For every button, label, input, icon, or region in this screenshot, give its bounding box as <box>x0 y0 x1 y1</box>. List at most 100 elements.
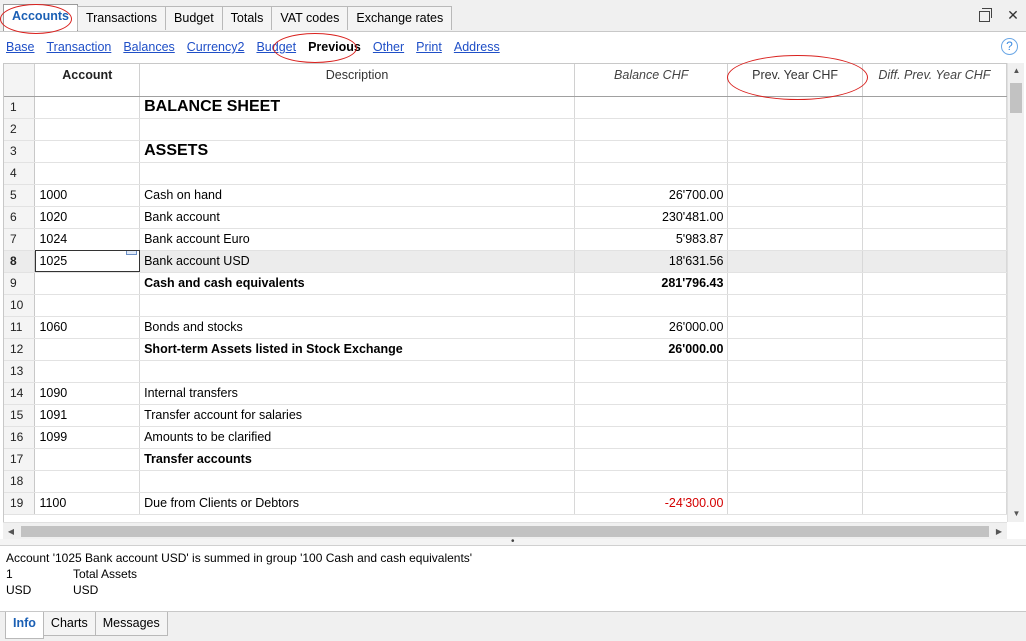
prev-year-cell[interactable] <box>727 492 863 515</box>
scroll-right-icon[interactable]: ▶ <box>991 523 1007 540</box>
description-cell[interactable]: BALANCE SHEET <box>139 96 575 119</box>
description-cell[interactable]: ASSETS <box>139 140 575 163</box>
diff-prev-year-cell[interactable] <box>862 118 1007 141</box>
diff-prev-year-cell[interactable] <box>862 294 1007 317</box>
column-header-balance[interactable]: Balance CHF <box>574 64 729 97</box>
prev-year-cell[interactable] <box>727 382 863 405</box>
description-cell[interactable]: Transfer accounts <box>139 448 575 471</box>
scroll-down-icon[interactable]: ▼ <box>1008 506 1025 522</box>
description-cell[interactable]: Bank account USD <box>139 250 575 273</box>
column-header-diff-prev-year[interactable]: Diff. Prev. Year CHF <box>862 64 1007 97</box>
table-row[interactable]: 2 <box>4 118 1007 141</box>
table-row[interactable]: 14 1090 Internal transfers <box>4 382 1007 405</box>
view-budget[interactable]: Budget <box>256 40 296 54</box>
description-cell[interactable]: Cash on hand <box>139 184 575 207</box>
diff-prev-year-cell[interactable] <box>862 162 1007 185</box>
account-cell[interactable]: 1025 <box>34 250 141 273</box>
account-cell[interactable] <box>34 140 141 163</box>
account-cell[interactable]: 1000 <box>34 184 141 207</box>
prev-year-cell[interactable] <box>727 316 863 339</box>
table-row[interactable]: 13 <box>4 360 1007 383</box>
description-cell[interactable]: Due from Clients or Debtors <box>139 492 575 515</box>
table-row[interactable]: 16 1099 Amounts to be clarified <box>4 426 1007 449</box>
diff-prev-year-cell[interactable] <box>862 382 1007 405</box>
prev-year-cell[interactable] <box>727 338 863 361</box>
account-cell[interactable]: 1090 <box>34 382 141 405</box>
balance-cell[interactable]: 26'000.00 <box>574 316 729 339</box>
account-cell[interactable] <box>34 360 141 383</box>
diff-prev-year-cell[interactable] <box>862 184 1007 207</box>
table-row[interactable]: 3 ASSETS <box>4 140 1007 163</box>
table-row[interactable]: 5 1000 Cash on hand 26'700.00 <box>4 184 1007 207</box>
balance-cell[interactable] <box>574 140 729 163</box>
view-transaction[interactable]: Transaction <box>47 40 112 54</box>
restore-icon[interactable] <box>978 8 992 22</box>
table-row[interactable]: 19 1100 Due from Clients or Debtors -24'300… <box>4 492 1007 515</box>
table-row[interactable]: 1 BALANCE SHEET <box>4 96 1007 119</box>
horizontal-scrollbar[interactable]: ◀ ▶ <box>3 522 1007 539</box>
tab-exchange-rates[interactable]: Exchange rates <box>347 6 453 30</box>
description-cell[interactable] <box>139 118 575 141</box>
scroll-thumb[interactable] <box>1010 83 1022 113</box>
tab-transactions[interactable]: Transactions <box>76 6 167 30</box>
table-row[interactable]: 18 <box>4 470 1007 493</box>
balance-cell[interactable] <box>574 162 729 185</box>
prev-year-cell[interactable] <box>727 404 863 427</box>
account-cell[interactable]: 1099 <box>34 426 141 449</box>
table-row[interactable]: 8 1025 Bank account USD 18'631.56 <box>4 250 1007 273</box>
balance-cell[interactable] <box>574 426 729 449</box>
balance-cell[interactable] <box>574 294 729 317</box>
view-print[interactable]: Print <box>416 40 442 54</box>
diff-prev-year-cell[interactable] <box>862 96 1007 119</box>
view-previous[interactable]: Previous <box>308 40 361 54</box>
diff-prev-year-cell[interactable] <box>862 338 1007 361</box>
table-row[interactable]: 11 1060 Bonds and stocks 26'000.00 <box>4 316 1007 339</box>
tab-vat-codes[interactable]: VAT codes <box>271 6 349 30</box>
account-cell[interactable] <box>34 96 141 119</box>
diff-prev-year-cell[interactable] <box>862 206 1007 229</box>
description-cell[interactable]: Transfer account for salaries <box>139 404 575 427</box>
vertical-scrollbar[interactable]: ▲ ▼ <box>1007 63 1024 522</box>
account-cell[interactable]: 1100 <box>34 492 141 515</box>
diff-prev-year-cell[interactable] <box>862 470 1007 493</box>
description-cell[interactable]: Bank account <box>139 206 575 229</box>
description-cell[interactable]: Cash and cash equivalents <box>139 272 575 295</box>
table-row[interactable]: 15 1091 Transfer account for salaries <box>4 404 1007 427</box>
prev-year-cell[interactable] <box>727 470 863 493</box>
prev-year-cell[interactable] <box>727 206 863 229</box>
balance-cell[interactable] <box>574 404 729 427</box>
balance-cell[interactable] <box>574 448 729 471</box>
diff-prev-year-cell[interactable] <box>862 250 1007 273</box>
prev-year-cell[interactable] <box>727 294 863 317</box>
view-currency2[interactable]: Currency2 <box>187 40 245 54</box>
tab-charts[interactable]: Charts <box>42 612 96 636</box>
panel-splitter[interactable]: • <box>0 537 1026 547</box>
balance-cell[interactable]: 230'481.00 <box>574 206 729 229</box>
diff-prev-year-cell[interactable] <box>862 404 1007 427</box>
balance-cell[interactable]: 18'631.56 <box>574 250 729 273</box>
prev-year-cell[interactable] <box>727 96 863 119</box>
column-header-description[interactable]: Description <box>139 64 575 97</box>
description-cell[interactable] <box>139 294 575 317</box>
account-cell[interactable]: 1024 <box>34 228 141 251</box>
balance-cell[interactable]: 281'796.43 <box>574 272 729 295</box>
balance-cell[interactable] <box>574 118 729 141</box>
column-header-prev-year[interactable]: Prev. Year CHF <box>727 64 863 97</box>
prev-year-cell[interactable] <box>727 426 863 449</box>
prev-year-cell[interactable] <box>727 228 863 251</box>
tab-messages[interactable]: Messages <box>94 612 168 636</box>
account-cell[interactable] <box>34 294 141 317</box>
balance-cell[interactable]: 26'700.00 <box>574 184 729 207</box>
balance-cell[interactable]: 5'983.87 <box>574 228 729 251</box>
description-cell[interactable]: Bank account Euro <box>139 228 575 251</box>
account-cell[interactable] <box>34 118 141 141</box>
close-icon[interactable]: ✕ <box>1006 8 1020 22</box>
view-balances[interactable]: Balances <box>123 40 174 54</box>
prev-year-cell[interactable] <box>727 184 863 207</box>
diff-prev-year-cell[interactable] <box>862 426 1007 449</box>
diff-prev-year-cell[interactable] <box>862 316 1007 339</box>
table-row[interactable]: 9 Cash and cash equivalents 281'796.43 <box>4 272 1007 295</box>
prev-year-cell[interactable] <box>727 360 863 383</box>
balance-cell[interactable] <box>574 470 729 493</box>
table-row[interactable]: 10 <box>4 294 1007 317</box>
